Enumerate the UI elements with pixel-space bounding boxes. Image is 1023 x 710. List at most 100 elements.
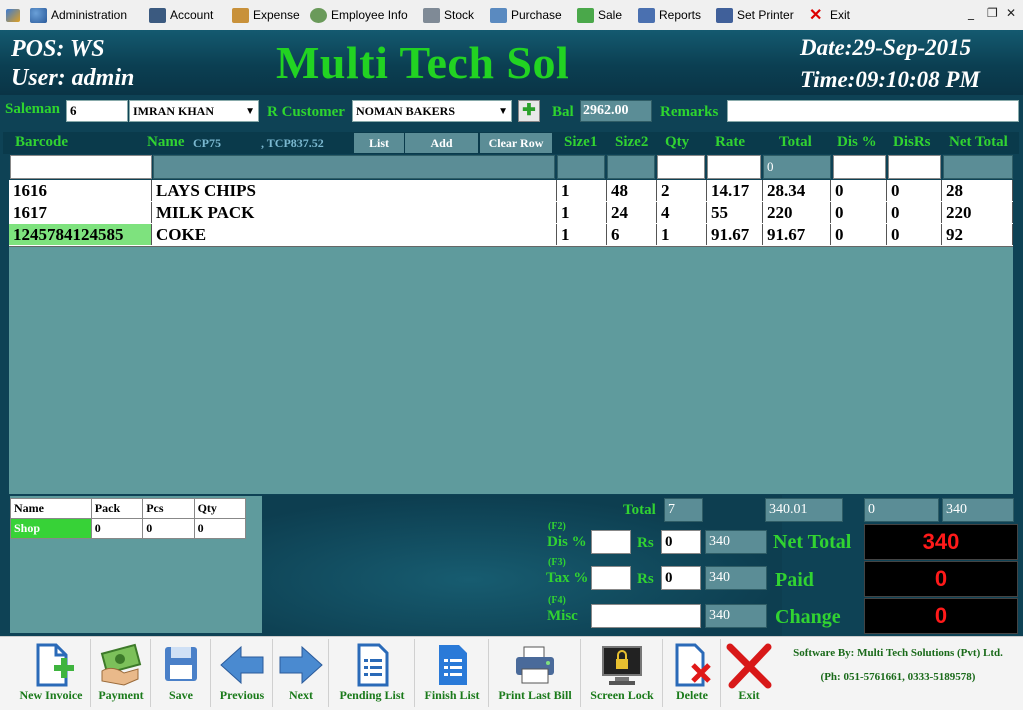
add-button[interactable]: Add	[405, 133, 478, 153]
add-customer-button[interactable]: ✚	[518, 100, 540, 122]
cell-net: 220	[942, 202, 1013, 223]
dis-rs-label: Rs	[637, 535, 654, 551]
cell-rate: 14.17	[707, 180, 763, 201]
chevron-down-icon: ▼	[498, 106, 508, 117]
items-grid: 1616 LAYS CHIPS 1 48 2 14.17 28.34 0 0 2…	[9, 180, 1013, 494]
table-row[interactable]: 1245784124585 COKE 1 6 1 91.67 91.67 0 0…	[9, 224, 1013, 247]
dis-label: Dis %	[547, 534, 587, 550]
net-entry	[943, 155, 1013, 179]
stock-table: Name Pack Pcs Qty Shop 0 0 0	[10, 498, 247, 539]
cell-size2: 48	[607, 180, 657, 201]
col-qty: Qty	[665, 134, 690, 150]
qty-entry[interactable]	[657, 155, 705, 179]
menu-set-printer[interactable]: Set Printer	[716, 5, 794, 25]
tax-shortcut: (F3)	[548, 557, 566, 568]
size1-entry[interactable]	[557, 155, 605, 179]
customer-dropdown[interactable]: NOMAN BAKERS ▼	[352, 100, 512, 122]
size2-entry[interactable]	[607, 155, 655, 179]
cell-size1: 1	[557, 180, 607, 201]
change-label: Change	[775, 606, 841, 628]
dis-rs-entry[interactable]	[888, 155, 941, 179]
tax-rs-input[interactable]: 0	[661, 566, 701, 590]
screen-lock-button[interactable]: Screen Lock	[582, 639, 663, 707]
menu-purchase[interactable]: Purchase	[490, 5, 562, 25]
payment-button[interactable]: Payment	[92, 639, 151, 707]
menu-bar: Administration Account Expense Employee …	[0, 0, 1023, 31]
menu-administration[interactable]: Administration	[30, 5, 127, 25]
cell-dis-rs: 0	[887, 180, 942, 201]
save-button[interactable]: Save	[152, 639, 211, 707]
col-net-total: Net Total	[949, 134, 1008, 150]
purchase-icon	[490, 7, 507, 23]
clear-row-button[interactable]: Clear Row	[480, 133, 552, 153]
menu-expense[interactable]: Expense	[232, 5, 300, 25]
admin-users-icon	[30, 7, 47, 23]
barcode-entry[interactable]	[10, 155, 152, 179]
menu-exit[interactable]: ✕ Exit	[809, 5, 850, 25]
tax-rs-label: Rs	[637, 571, 654, 587]
restore-button[interactable]: ❐	[987, 6, 998, 20]
table-row[interactable]: 1616 LAYS CHIPS 1 48 2 14.17 28.34 0 0 2…	[9, 180, 1013, 203]
total-net: 340	[942, 498, 1014, 522]
total-entry: 0	[763, 155, 831, 179]
menu-stock[interactable]: Stock	[423, 5, 474, 25]
delete-button[interactable]: Delete	[664, 639, 721, 707]
menu-reports[interactable]: Reports	[638, 5, 701, 25]
previous-button[interactable]: Previous	[212, 639, 273, 707]
stock-col-pack: Pack	[90, 498, 144, 519]
software-credit: Software By: Multi Tech Solutions (Pvt) …	[778, 639, 1018, 707]
pending-list-button[interactable]: Pending List	[330, 639, 415, 707]
pending-list-icon	[357, 643, 389, 687]
delete-icon	[675, 643, 711, 687]
cell-barcode: 1617	[9, 202, 152, 223]
dis-rs-input[interactable]: 0	[661, 530, 701, 554]
minimize-button[interactable]: _	[968, 6, 974, 20]
paid-display: 0	[864, 561, 1018, 597]
finish-list-button[interactable]: Finish List	[416, 639, 489, 707]
new-invoice-button[interactable]: New Invoice	[12, 639, 91, 707]
rate-entry[interactable]	[707, 155, 761, 179]
name-entry[interactable]	[153, 155, 555, 179]
cell-total: 220	[763, 202, 831, 223]
col-dis-pct: Dis %	[837, 134, 877, 150]
close-button[interactable]: ✕	[1006, 6, 1016, 20]
cell-size1: 1	[557, 202, 607, 223]
saleman-name-dropdown[interactable]: IMRAN KHAN ▼	[129, 100, 259, 122]
remarks-input[interactable]	[727, 100, 1019, 122]
cell-name: LAYS CHIPS	[152, 180, 557, 201]
change-display: 0	[864, 598, 1018, 634]
dis-pct-entry[interactable]	[833, 155, 886, 179]
balance-value: 2962.00	[580, 100, 652, 122]
menu-account[interactable]: Account	[149, 5, 213, 25]
app-title: Multi Tech Sol	[276, 37, 570, 88]
saleman-id-field[interactable]: 6	[66, 100, 128, 122]
tax-label: Tax %	[546, 570, 589, 586]
menu-sale[interactable]: Sale	[577, 5, 622, 25]
payment-icon	[100, 643, 142, 686]
col-dis-rs: DisRs	[893, 134, 931, 150]
table-row[interactable]: 1617 MILK PACK 1 24 4 55 220 0 0 220	[9, 202, 1013, 225]
stock-shop-pack: 0	[90, 518, 144, 539]
exit-button[interactable]: Exit	[722, 639, 776, 707]
next-button[interactable]: Next	[274, 639, 329, 707]
cell-qty: 4	[657, 202, 707, 223]
menu-employee-info[interactable]: Employee Info	[310, 5, 408, 25]
cell-barcode: 1616	[9, 180, 152, 201]
summary-panel: Name Pack Pcs Qty Shop 0 0 0 Total 7 340…	[0, 495, 1023, 636]
print-last-bill-button[interactable]: Print Last Bill	[490, 639, 581, 707]
cell-rate: 55	[707, 202, 763, 223]
exit-x-icon: ✕	[809, 6, 823, 24]
saleman-label: Saleman	[5, 101, 61, 117]
stock-shop-qty: 0	[193, 518, 247, 539]
chevron-down-icon: ▼	[245, 106, 255, 117]
tax-pct-input[interactable]	[591, 566, 631, 590]
misc-input[interactable]	[591, 604, 701, 628]
stock-shop-pcs: 0	[142, 518, 195, 539]
grid-header: Barcode Name CP75 , TCP837.52 List Add C…	[3, 132, 1019, 154]
misc-label: Misc	[547, 608, 578, 624]
save-floppy-icon	[165, 647, 197, 681]
list-button[interactable]: List	[354, 133, 404, 153]
dis-pct-input[interactable]	[591, 530, 631, 554]
sale-basket-icon	[577, 7, 594, 23]
stock-cart-icon	[423, 7, 440, 23]
